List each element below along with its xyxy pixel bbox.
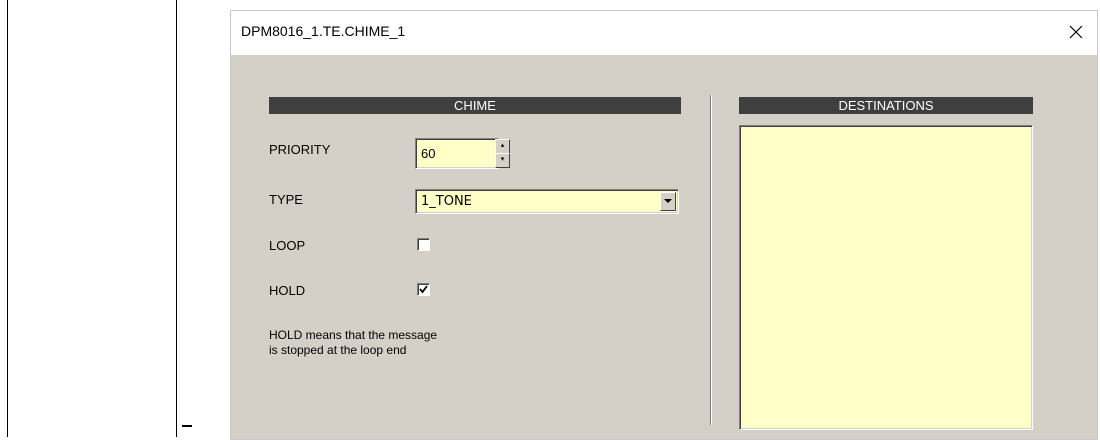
hold-checkbox[interactable] — [417, 283, 430, 296]
type-dropdown-button[interactable] — [660, 192, 676, 211]
dialog-client-area: CHIME PRIORITY 60 ▴ ▾ TYPE 1_TONE LOOP H… — [231, 55, 1097, 439]
chime-dialog: DPM8016_1.TE.CHIME_1 CHIME PRIORITY 60 ▴… — [230, 10, 1098, 440]
priority-value: 60 — [421, 146, 436, 161]
hold-note: HOLD means that the message is stopped a… — [269, 328, 529, 358]
hold-label: HOLD — [269, 283, 306, 298]
type-value: 1_TONE — [421, 194, 472, 209]
priority-label: PRIORITY — [269, 142, 331, 157]
type-select[interactable]: 1_TONE — [415, 189, 679, 214]
chime-section-header: CHIME — [269, 97, 681, 114]
hold-note-line1: HOLD means that the message — [269, 328, 438, 342]
section-separator — [710, 95, 712, 425]
destinations-section-header: DESTINATIONS — [739, 97, 1033, 114]
spin-down-button[interactable]: ▾ — [495, 153, 510, 168]
window-title: DPM8016_1.TE.CHIME_1 — [241, 23, 406, 39]
loop-checkbox[interactable] — [417, 238, 430, 251]
destinations-list[interactable] — [739, 125, 1033, 430]
chevron-down-icon — [664, 199, 672, 203]
priority-input[interactable]: 60 — [415, 138, 499, 169]
close-button[interactable] — [1061, 17, 1091, 47]
close-icon — [1069, 25, 1083, 39]
cursor-dash — [182, 425, 192, 427]
page-divider-left — [7, 0, 8, 437]
type-label: TYPE — [269, 192, 303, 207]
loop-label: LOOP — [269, 238, 306, 253]
title-bar: DPM8016_1.TE.CHIME_1 — [231, 11, 1097, 55]
page-divider-right — [176, 0, 177, 437]
checkmark-icon — [419, 285, 428, 294]
hold-note-line2: is stopped at the loop end — [269, 343, 407, 357]
priority-stepper: ▴ ▾ — [495, 139, 510, 169]
spin-up-button[interactable]: ▴ — [495, 139, 510, 154]
